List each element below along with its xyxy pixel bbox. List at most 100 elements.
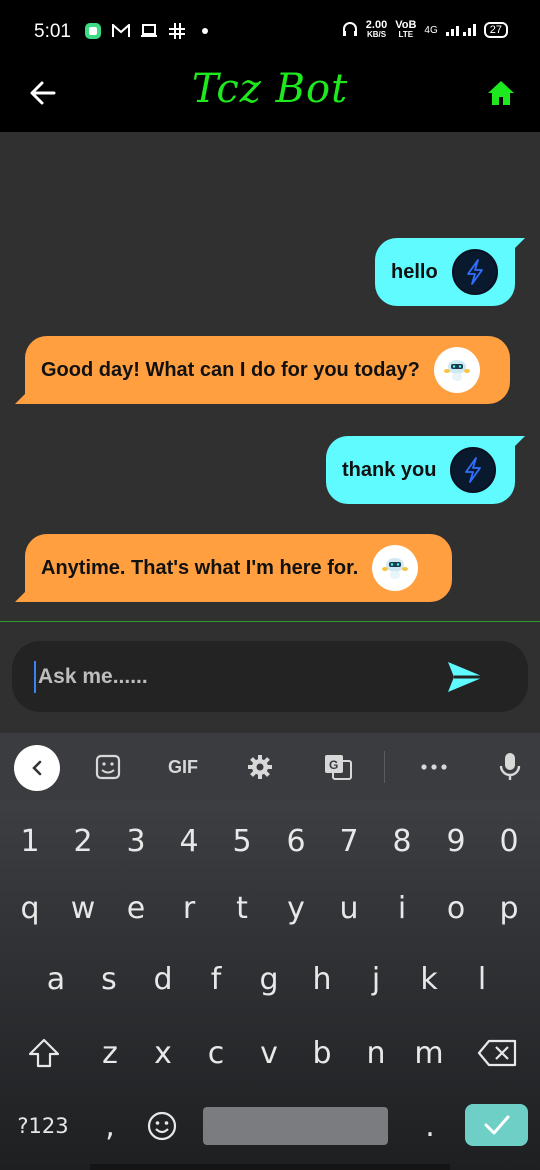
status-bar: 5:01 2.00 KB/S VoB LTE 4G 27 bbox=[0, 0, 540, 64]
key-c[interactable]: c bbox=[190, 1023, 242, 1083]
laptop-icon bbox=[140, 22, 158, 40]
shift-key[interactable] bbox=[16, 1023, 72, 1083]
key-l[interactable]: l bbox=[456, 949, 508, 1009]
emoji-key[interactable] bbox=[136, 1096, 188, 1156]
period-key[interactable]: . bbox=[404, 1096, 456, 1156]
message-input[interactable] bbox=[34, 661, 424, 693]
send-button[interactable] bbox=[446, 659, 486, 695]
key-u[interactable]: u bbox=[323, 878, 375, 938]
key-j[interactable]: j bbox=[350, 949, 402, 1009]
slack-icon bbox=[168, 22, 186, 40]
key-1[interactable]: 1 bbox=[4, 811, 56, 871]
network-type: 4G bbox=[424, 24, 438, 36]
headphones-icon bbox=[342, 21, 358, 40]
key-p[interactable]: p bbox=[483, 878, 535, 938]
bot-avatar bbox=[372, 545, 419, 591]
message-input-container bbox=[12, 641, 528, 712]
voice-input-button[interactable] bbox=[494, 751, 526, 783]
key-f[interactable]: f bbox=[190, 949, 242, 1009]
soft-keyboard: GIF G 1 2 3 4 5 6 7 8 9 0 q w e r t y u bbox=[0, 733, 540, 1170]
message-bubble-bot: Good day! What can I do for you today? bbox=[15, 336, 510, 404]
key-8[interactable]: 8 bbox=[376, 811, 428, 871]
message-text: thank you bbox=[342, 458, 437, 481]
key-v[interactable]: v bbox=[243, 1023, 295, 1083]
key-n[interactable]: n bbox=[350, 1023, 402, 1083]
settings-button[interactable] bbox=[244, 751, 276, 783]
key-z[interactable]: z bbox=[84, 1023, 136, 1083]
key-e[interactable]: e bbox=[110, 878, 162, 938]
key-5[interactable]: 5 bbox=[216, 811, 268, 871]
app-bar: Tcz Bot bbox=[0, 64, 540, 132]
microphone-icon bbox=[499, 753, 521, 780]
bot-avatar bbox=[433, 347, 480, 393]
key-q[interactable]: q bbox=[4, 878, 56, 938]
chevron-left-icon bbox=[32, 760, 42, 776]
volte-indicator: VoB LTE bbox=[395, 19, 417, 40]
more-horizontal-icon bbox=[421, 764, 447, 770]
sticker-button[interactable] bbox=[92, 751, 124, 783]
key-m[interactable]: m bbox=[403, 1023, 455, 1083]
message-bubble-bot: Anytime. That's what I'm here for. bbox=[15, 534, 452, 602]
keyboard-collapse-button[interactable] bbox=[14, 745, 60, 791]
backspace-key[interactable] bbox=[468, 1023, 526, 1083]
signal-icon bbox=[445, 22, 476, 39]
lightning-icon bbox=[466, 259, 483, 285]
space-key[interactable] bbox=[203, 1107, 388, 1145]
battery-indicator: 27 bbox=[483, 22, 508, 38]
send-icon bbox=[448, 662, 484, 692]
key-g[interactable]: g bbox=[243, 949, 295, 1009]
robot-icon bbox=[443, 360, 470, 381]
symbols-key[interactable]: ?123 bbox=[8, 1096, 78, 1156]
key-s[interactable]: s bbox=[83, 949, 135, 1009]
key-w[interactable]: w bbox=[57, 878, 109, 938]
chat-area: hello Good day! What can I do for you to… bbox=[0, 132, 540, 622]
key-t[interactable]: t bbox=[216, 878, 268, 938]
key-y[interactable]: y bbox=[270, 878, 322, 938]
translate-button[interactable]: G bbox=[322, 751, 354, 783]
key-x[interactable]: x bbox=[137, 1023, 189, 1083]
key-a[interactable]: a bbox=[30, 949, 82, 1009]
keyboard-toolbar: GIF G bbox=[0, 733, 540, 801]
backspace-icon bbox=[477, 1039, 517, 1067]
key-o[interactable]: o bbox=[430, 878, 482, 938]
key-0[interactable]: 0 bbox=[483, 811, 535, 871]
key-7[interactable]: 7 bbox=[323, 811, 375, 871]
message-text: Good day! What can I do for you today? bbox=[41, 358, 420, 381]
key-h[interactable]: h bbox=[296, 949, 348, 1009]
key-k[interactable]: k bbox=[403, 949, 455, 1009]
gif-button[interactable]: GIF bbox=[160, 751, 206, 783]
status-time: 5:01 bbox=[34, 21, 71, 42]
key-4[interactable]: 4 bbox=[163, 811, 215, 871]
key-b[interactable]: b bbox=[296, 1023, 348, 1083]
robot-icon bbox=[382, 558, 409, 579]
letter-row-3: z x c v b n m bbox=[0, 1023, 540, 1083]
gesture-nav-bar bbox=[90, 1164, 450, 1170]
message-bubble-user: thank you bbox=[326, 436, 525, 504]
gear-icon bbox=[248, 755, 272, 779]
key-3[interactable]: 3 bbox=[110, 811, 162, 871]
letter-row-2: a s d f g h j k l bbox=[0, 949, 540, 1009]
key-6[interactable]: 6 bbox=[270, 811, 322, 871]
message-bubble-user: hello bbox=[375, 238, 525, 306]
shift-icon bbox=[28, 1038, 60, 1068]
lightning-icon bbox=[465, 457, 482, 483]
user-avatar bbox=[451, 249, 498, 295]
letter-row-1: q w e r t y u i o p bbox=[0, 878, 540, 938]
home-button[interactable] bbox=[486, 78, 516, 108]
divider bbox=[0, 621, 540, 622]
emoji-icon bbox=[147, 1111, 177, 1141]
app-notification-icon bbox=[84, 22, 102, 40]
key-r[interactable]: r bbox=[163, 878, 215, 938]
svg-text:G: G bbox=[329, 758, 338, 772]
dot-icon bbox=[196, 22, 214, 40]
more-options-button[interactable] bbox=[416, 751, 452, 783]
key-9[interactable]: 9 bbox=[430, 811, 482, 871]
comma-key[interactable]: , bbox=[84, 1096, 136, 1156]
key-2[interactable]: 2 bbox=[57, 811, 109, 871]
number-row: 1 2 3 4 5 6 7 8 9 0 bbox=[0, 811, 540, 871]
key-i[interactable]: i bbox=[376, 878, 428, 938]
gmail-icon bbox=[112, 22, 130, 40]
key-d[interactable]: d bbox=[137, 949, 189, 1009]
toolbar-separator bbox=[384, 751, 385, 783]
enter-key[interactable] bbox=[465, 1104, 528, 1146]
